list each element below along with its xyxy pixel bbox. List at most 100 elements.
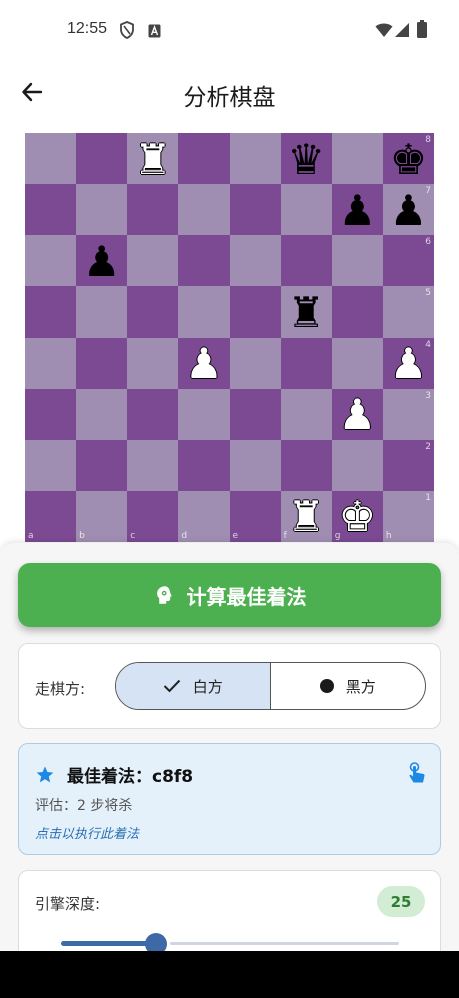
square-g8[interactable] (331, 133, 383, 185)
rank-label: 7 (425, 186, 431, 197)
square-e1[interactable]: e (229, 490, 281, 542)
square-h8[interactable]: ♚ 8 (382, 133, 434, 185)
square-g1[interactable]: ♚ g (331, 490, 383, 542)
square-d5[interactable] (178, 286, 230, 338)
square-h1[interactable]: 1h (382, 490, 434, 542)
black-pawn-icon[interactable]: ♟ (390, 189, 428, 232)
white-rook-icon[interactable]: ♜ (134, 138, 172, 181)
square-c7[interactable] (127, 184, 179, 236)
square-f7[interactable] (280, 184, 332, 236)
black-pawn-icon[interactable]: ♟ (83, 240, 121, 283)
square-a8[interactable] (25, 133, 77, 185)
square-e5[interactable] (229, 286, 281, 338)
square-f6[interactable] (280, 235, 332, 287)
calculate-best-move-button[interactable]: 计算最佳着法 (18, 563, 441, 627)
turn-option-white-label: 白方 (192, 677, 223, 696)
square-a5[interactable] (25, 286, 77, 338)
white-rook-icon[interactable]: ♜ (287, 496, 325, 538)
square-d6[interactable] (178, 235, 230, 287)
square-f8[interactable]: ♛ (280, 133, 332, 185)
square-f1[interactable]: ♜ f (280, 490, 332, 542)
white-pawn-icon[interactable]: ♟ (185, 343, 223, 385)
square-c4[interactable] (127, 337, 179, 389)
file-label: h (385, 531, 392, 541)
engine-depth-label: 引擎深度: (35, 895, 101, 913)
square-g4[interactable] (331, 337, 383, 389)
square-f4[interactable] (280, 337, 332, 389)
square-a4[interactable] (25, 337, 77, 389)
black-queen-icon[interactable]: ♛ (287, 138, 325, 181)
square-d1[interactable]: d (178, 490, 230, 542)
square-a7[interactable] (25, 184, 77, 236)
square-h5[interactable]: 5 (382, 286, 434, 338)
depth-slider[interactable] (61, 933, 399, 955)
rank-label: 6 (425, 237, 431, 248)
turn-option-black-label: 黑方 (345, 677, 376, 696)
square-c5[interactable] (127, 286, 179, 338)
square-g6[interactable] (331, 235, 383, 287)
square-a3[interactable] (25, 388, 77, 440)
black-king-icon[interactable]: ♚ (390, 138, 428, 181)
square-e2[interactable] (229, 439, 281, 491)
depth-value-badge: 25 (377, 886, 425, 917)
square-g3[interactable]: ♟ (331, 388, 383, 440)
square-b1[interactable]: b (76, 490, 128, 542)
star-icon (35, 765, 55, 785)
square-b3[interactable] (76, 388, 128, 440)
square-a6[interactable] (25, 235, 77, 287)
square-e6[interactable] (229, 235, 281, 287)
square-h2[interactable]: 2 (382, 439, 434, 491)
square-c3[interactable] (127, 388, 179, 440)
touch-app-icon (408, 762, 426, 784)
rank-label: 3 (425, 390, 431, 401)
square-b8[interactable] (76, 133, 128, 185)
white-king-icon[interactable]: ♚ (338, 496, 376, 538)
square-d2[interactable] (178, 439, 230, 491)
chess-board[interactable]: ♜ ♛ ♚ 8 ♟ ♟ 7 ♟ 6 ♜ 5 ♟ ♟ 4 ♟ 3 2 a b c d e ♜ f ♚ g 1 h (25, 133, 434, 542)
slider-track-inactive (169, 942, 399, 945)
turn-option-white[interactable]: 白方 (116, 663, 271, 709)
square-b4[interactable] (76, 337, 128, 389)
black-rook-icon[interactable]: ♜ (287, 291, 325, 334)
square-f5[interactable]: ♜ (280, 286, 332, 338)
square-b7[interactable] (76, 184, 128, 236)
white-pawn-icon[interactable]: ♟ (338, 394, 376, 436)
square-c1[interactable]: c (127, 490, 179, 542)
brain-head-icon (153, 584, 175, 606)
square-h6[interactable]: 6 (382, 235, 434, 287)
square-e3[interactable] (229, 388, 281, 440)
turn-segmented-control: 白方 黑方 (115, 662, 426, 710)
square-g5[interactable] (331, 286, 383, 338)
square-e4[interactable] (229, 337, 281, 389)
square-c6[interactable] (127, 235, 179, 287)
best-move-card[interactable]: 最佳着法：c8f8 评估：2 步将杀 点击以执行此着法 (18, 743, 441, 855)
square-d3[interactable] (178, 388, 230, 440)
square-b5[interactable] (76, 286, 128, 338)
square-h4[interactable]: ♟ 4 (382, 337, 434, 389)
square-h3[interactable]: 3 (382, 388, 434, 440)
square-d4[interactable]: ♟ (178, 337, 230, 389)
white-pawn-icon[interactable]: ♟ (390, 343, 428, 385)
square-h7[interactable]: ♟ 7 (382, 184, 434, 236)
square-d7[interactable] (178, 184, 230, 236)
square-g7[interactable]: ♟ (331, 184, 383, 236)
file-label: a (28, 531, 34, 541)
square-d8[interactable] (178, 133, 230, 185)
black-pawn-icon[interactable]: ♟ (338, 189, 376, 232)
rank-label: 8 (425, 135, 431, 145)
file-label: g (334, 531, 341, 541)
square-a2[interactable] (25, 439, 77, 491)
square-f2[interactable] (280, 439, 332, 491)
square-a1[interactable]: a (25, 490, 77, 542)
file-label: c (130, 531, 136, 541)
square-c8[interactable]: ♜ (127, 133, 179, 185)
square-g2[interactable] (331, 439, 383, 491)
status-time: 12:55 (67, 20, 108, 37)
square-c2[interactable] (127, 439, 179, 491)
turn-option-black[interactable]: 黑方 (271, 663, 426, 709)
square-e8[interactable] (229, 133, 281, 185)
square-b2[interactable] (76, 439, 128, 491)
square-b6[interactable]: ♟ (76, 235, 128, 287)
square-e7[interactable] (229, 184, 281, 236)
square-f3[interactable] (280, 388, 332, 440)
